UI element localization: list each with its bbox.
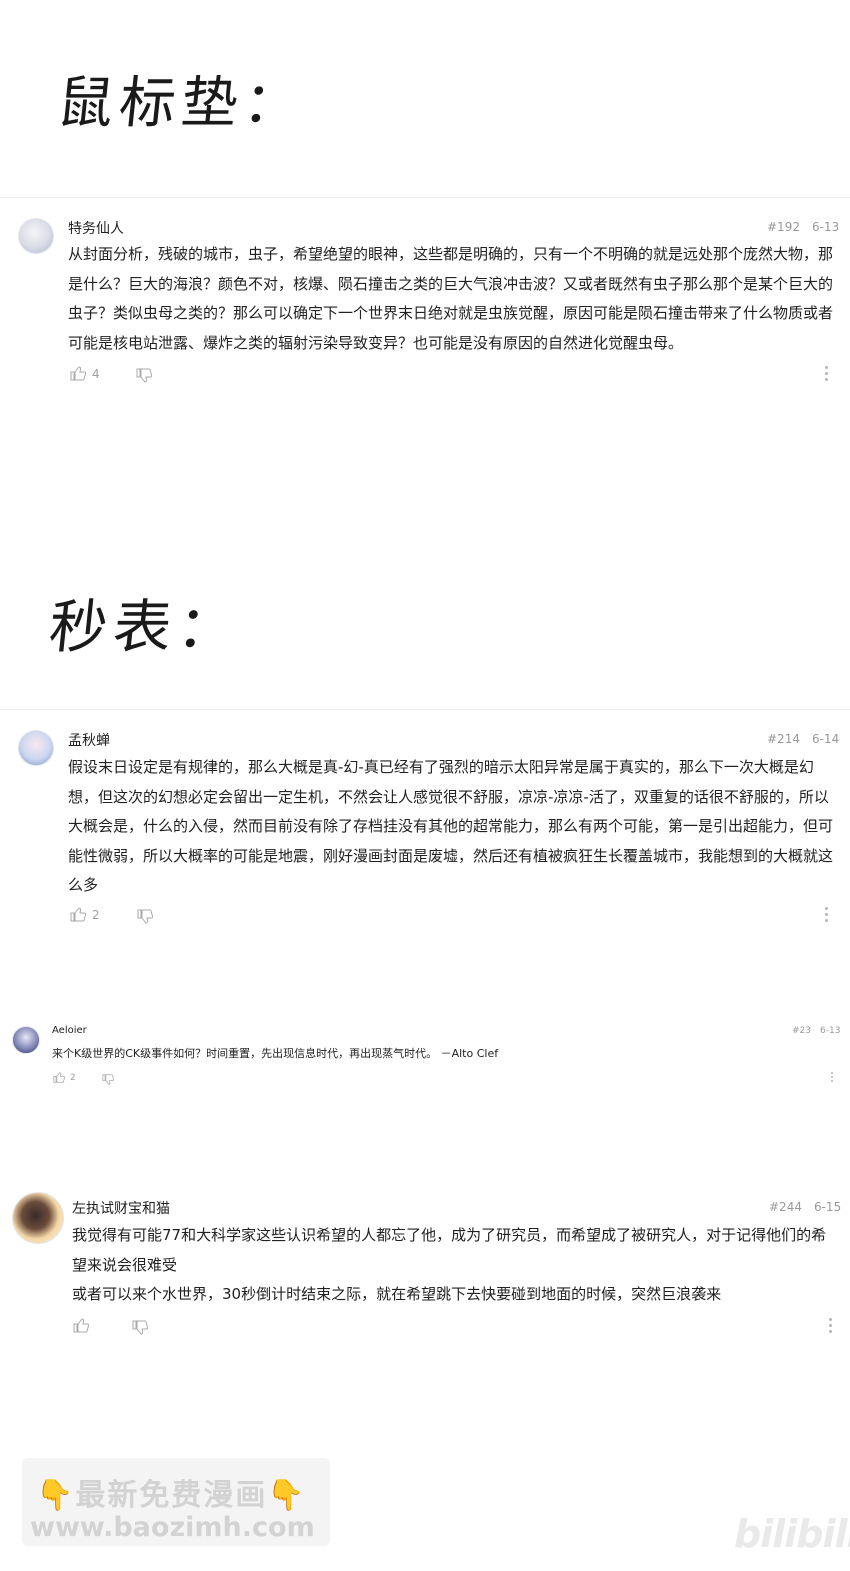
thumbs-down-icon	[136, 368, 152, 383]
username[interactable]: 特务仙人	[68, 218, 124, 238]
comment-meta: #244 6-15	[769, 1200, 841, 1214]
comment-paragraph: 我觉得有可能77和大科学家这些认识希望的人都忘了他，成为了研究员，而希望成了被研…	[72, 1226, 827, 1274]
handwritten-title-stopwatch: 秒表：	[45, 593, 246, 661]
comment-meta: #23 6-13	[792, 1026, 840, 1036]
more-options-icon[interactable]	[825, 907, 829, 925]
dislike-button[interactable]	[102, 1074, 114, 1085]
thumbs-down-icon	[102, 1074, 114, 1085]
comment-text: 我觉得有可能77和大科学家这些认识希望的人都忘了他，成为了研究员，而希望成了被研…	[72, 1221, 837, 1310]
avatar[interactable]	[18, 730, 54, 766]
comment-date: 6-13	[811, 220, 840, 234]
dislike-button[interactable]	[137, 909, 153, 924]
like-count: 4	[92, 366, 100, 381]
username[interactable]: 左执试财宝和猫	[72, 1198, 170, 1218]
username[interactable]: Aeloier	[52, 1025, 87, 1036]
comment-paragraph: 或者可以来个水世界，30秒倒计时结束之际，就在希望跳下去快要碰到地面的时候，突然…	[72, 1285, 722, 1303]
avatar[interactable]	[18, 218, 54, 254]
more-options-icon[interactable]	[829, 1318, 833, 1336]
thumbs-up-icon	[70, 907, 86, 922]
comment-date: 6-14	[811, 732, 840, 746]
thumbs-up-icon	[70, 366, 86, 381]
comment-date: 6-15	[813, 1200, 842, 1214]
like-count: 2	[92, 907, 100, 922]
comment-meta: #214 6-14	[767, 732, 839, 746]
thumbs-down-icon	[132, 1320, 148, 1335]
comment-text: 来个K级世界的CK级事件如何？时间重置，先出现信息时代，再出现蒸气时代。 －Al…	[52, 1047, 499, 1060]
floor-number: #192	[767, 220, 800, 234]
thumbs-up-icon	[73, 1318, 89, 1333]
thumbs-down-icon	[137, 909, 153, 924]
dislike-button[interactable]	[136, 368, 152, 383]
comment-meta: #192 6-13	[767, 220, 839, 234]
username[interactable]: 孟秋蝉	[68, 730, 110, 750]
divider	[0, 197, 850, 198]
like-button[interactable]: 2	[53, 1072, 76, 1083]
comment-date: 6-13	[820, 1026, 841, 1036]
comment-text: 从封面分析，残破的城市，虫子，希望绝望的眼神，这些都是明确的，只有一个不明确的就…	[68, 245, 834, 352]
watermark-url: www.baozimh.com	[30, 1512, 315, 1543]
bilibili-logo: bilibili	[734, 1512, 850, 1556]
comment-text: 假设末日设定是有规律的，那么大概是真-幻-真已经有了强烈的暗示太阳异常是属于真实…	[68, 758, 834, 894]
floor-number: #23	[792, 1026, 811, 1036]
avatar[interactable]	[12, 1192, 64, 1244]
divider	[0, 709, 850, 710]
like-button[interactable]	[73, 1318, 95, 1333]
thumbs-up-icon	[53, 1072, 65, 1083]
avatar[interactable]	[12, 1026, 40, 1054]
floor-number: #244	[769, 1200, 802, 1214]
dislike-button[interactable]	[132, 1320, 148, 1335]
more-options-icon[interactable]	[825, 366, 829, 384]
like-count: 2	[70, 1072, 76, 1083]
like-button[interactable]: 4	[70, 366, 100, 381]
handwritten-title-mousepad: 鼠标垫：	[54, 71, 309, 136]
like-button[interactable]: 2	[70, 907, 100, 922]
more-options-icon[interactable]	[831, 1072, 835, 1084]
floor-number: #214	[767, 732, 800, 746]
watermark-title: 👇最新免费漫画👇	[36, 1478, 307, 1513]
